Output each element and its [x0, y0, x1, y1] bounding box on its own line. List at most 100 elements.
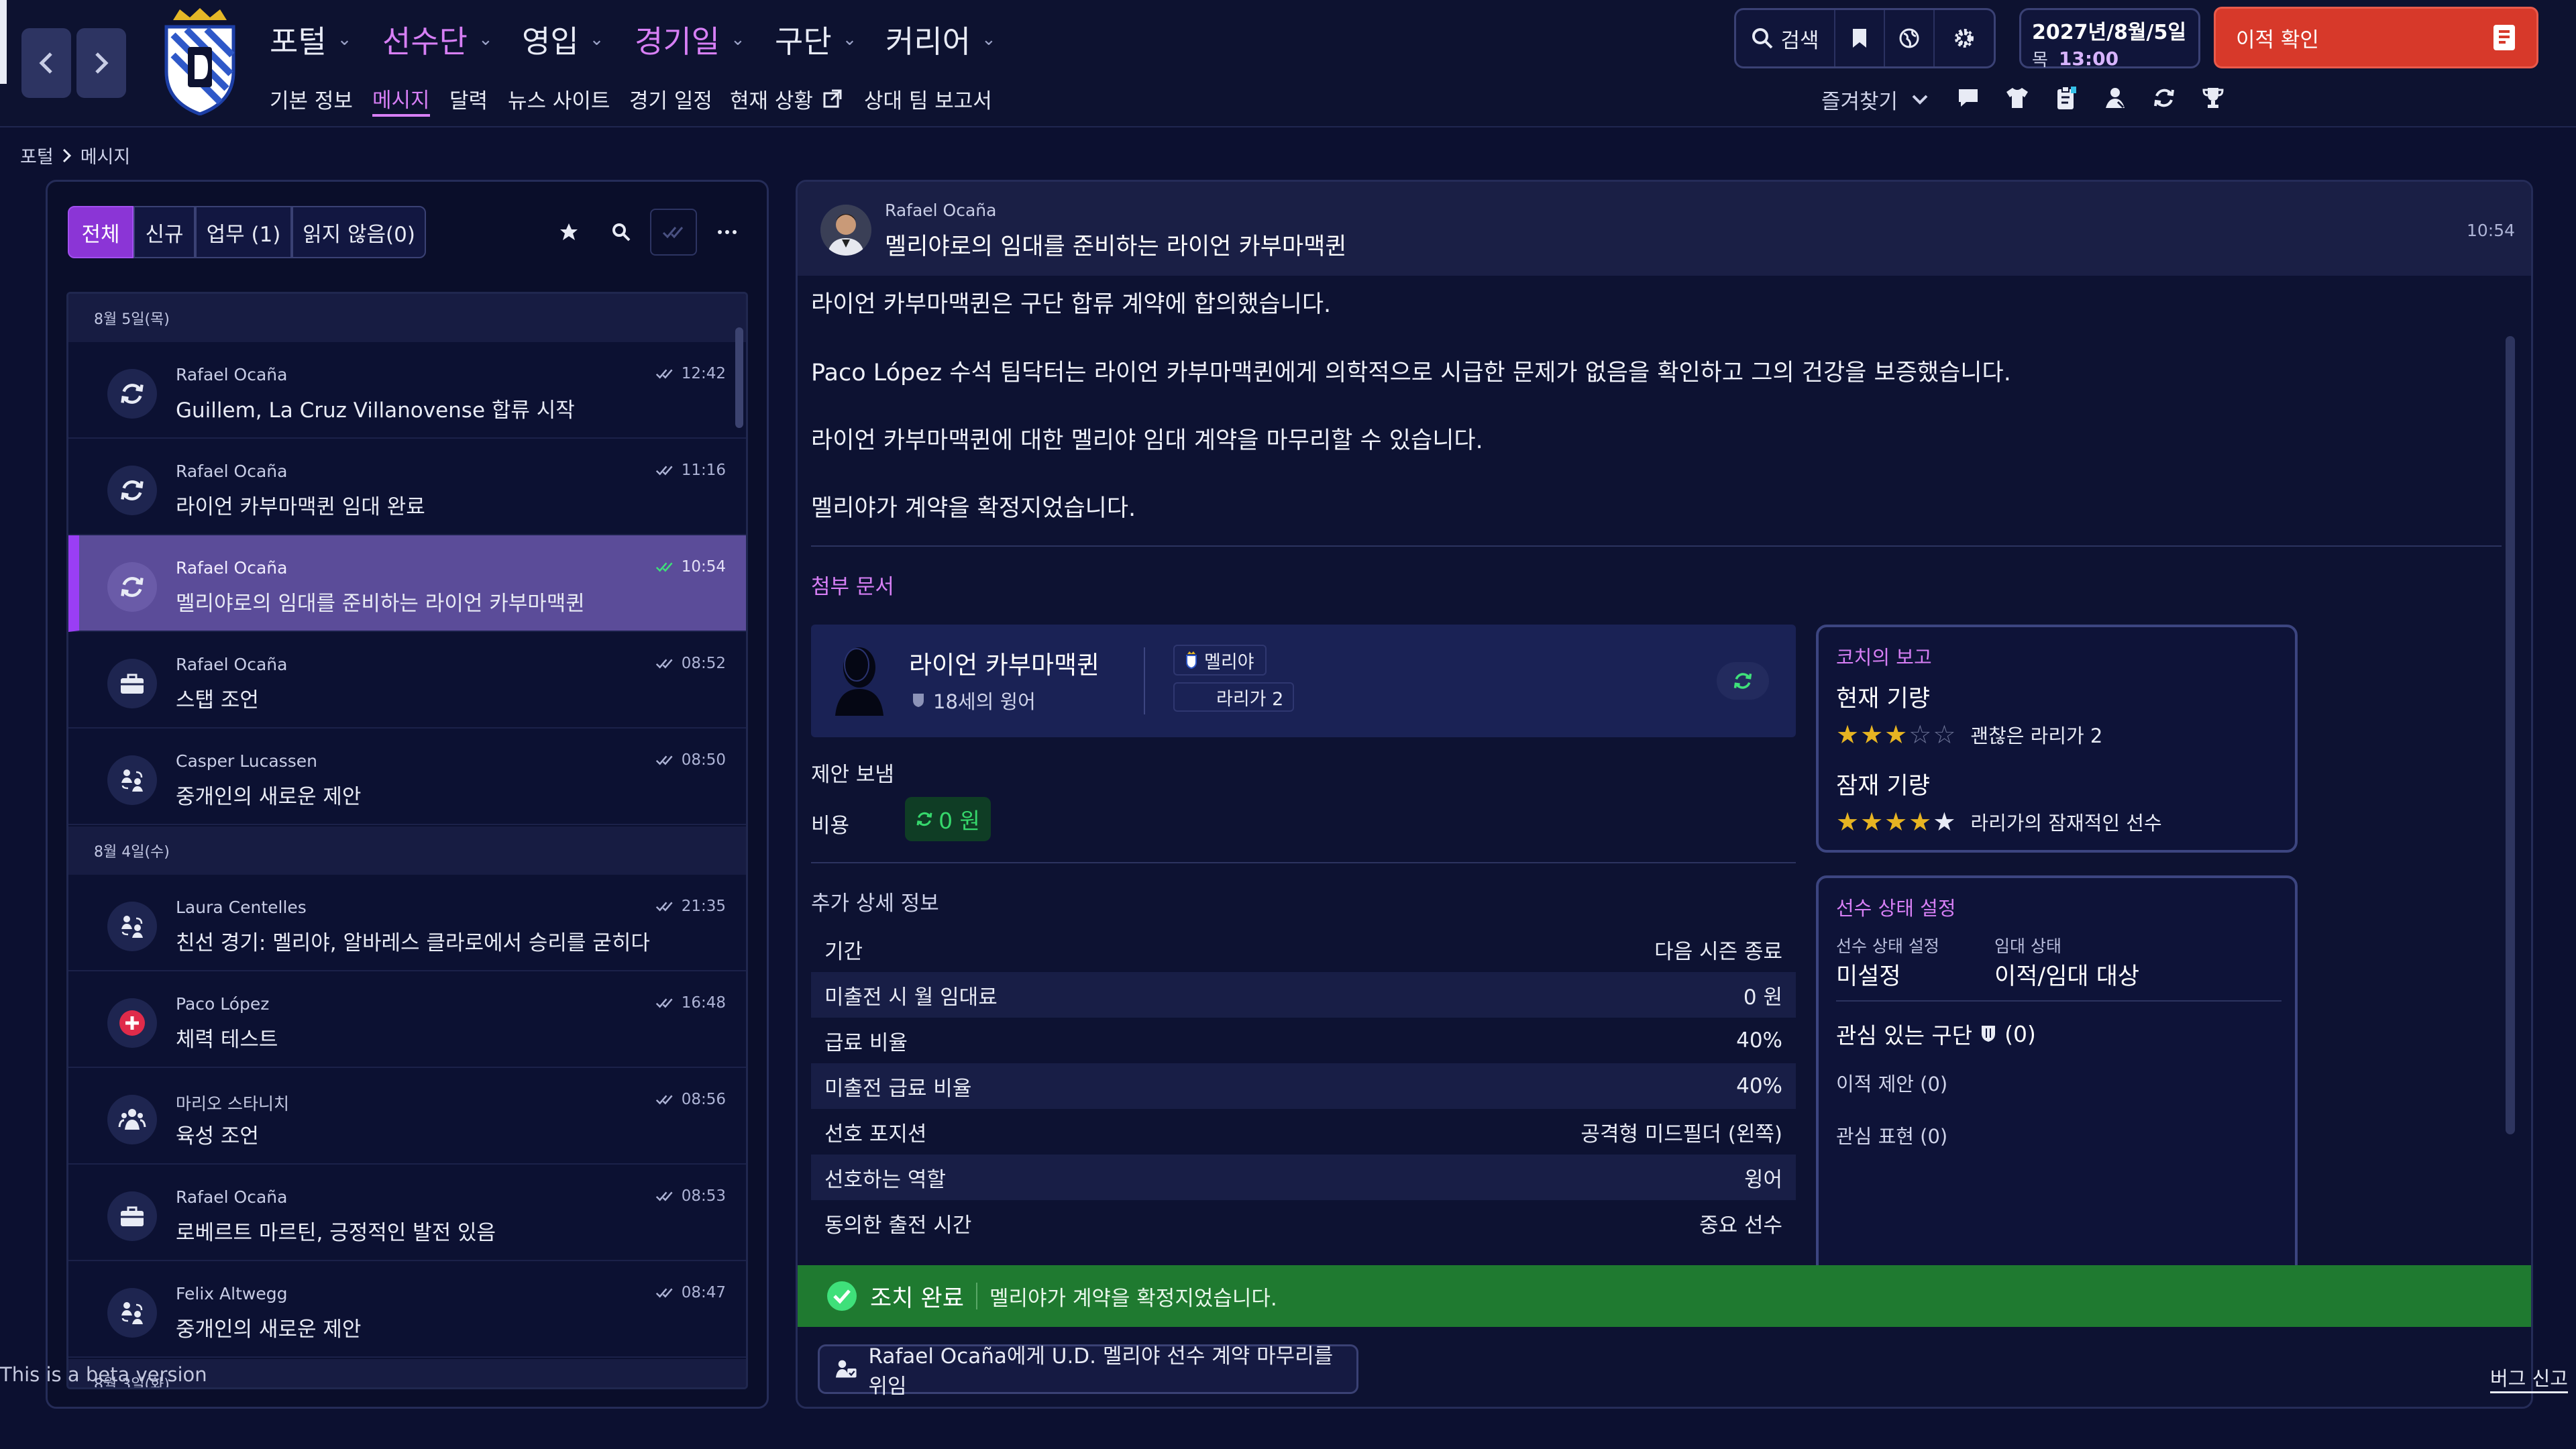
detail-row-label: 급료 비율 — [824, 1030, 908, 1055]
filter-tab-new[interactable]: 신규 — [133, 206, 195, 258]
message-item[interactable]: Rafael Ocaña 라이언 카부마맥퀸 임대 완료 11:16 — [68, 439, 746, 535]
player-league[interactable]: 라리가 2 — [1173, 682, 1294, 712]
filter-tab-all[interactable]: 전체 — [68, 206, 133, 258]
confirm-transfer-button[interactable]: 이적 확인 — [2214, 7, 2538, 68]
search-messages-button[interactable] — [604, 215, 638, 249]
submenu-live-status[interactable]: 현재 상황 — [730, 82, 843, 115]
detail-row-value: 공격형 미드필더 (왼쪽) — [1580, 1122, 1782, 1146]
potential-ability-stars: ★ ★ ★ ★ ★ 라리가의 잠재적인 선수 — [1836, 807, 2162, 837]
club-logo[interactable] — [160, 8, 240, 115]
message-item[interactable]: 마리오 스타니치 육성 조언 08:56 — [68, 1068, 746, 1165]
star-icon: ★ — [1860, 720, 1884, 749]
sender-avatar[interactable] — [820, 205, 871, 256]
status-col1-value[interactable]: 미설정 — [1836, 957, 1901, 991]
menu-portal[interactable]: 포털 ⌄ — [270, 16, 352, 63]
globe-icon — [1899, 28, 1919, 48]
menu-career[interactable]: 커리어 ⌄ — [885, 16, 996, 63]
coach-report-title: 코치의 보고 — [1836, 646, 1932, 669]
inbox-scrollbar[interactable] — [735, 327, 743, 428]
message-subject: Guillem, La Cruz Villanovense 합류 시작 — [176, 398, 575, 423]
double-check-icon — [655, 1191, 673, 1201]
back-button[interactable] — [21, 28, 71, 98]
message-type-icon — [107, 659, 157, 708]
mark-read-button[interactable] — [650, 209, 697, 256]
tactics-shortcut[interactable] — [2051, 83, 2081, 113]
interest-count[interactable]: 관심 표현 (0) — [1836, 1121, 1947, 1149]
kit-shortcut[interactable] — [2002, 83, 2032, 113]
star-icon: ★ — [1909, 807, 1932, 837]
submenu-news[interactable]: 뉴스 사이트 — [508, 82, 610, 115]
status-col2-value[interactable]: 이적/임대 대상 — [1994, 957, 2139, 991]
transfers-shortcut[interactable] — [2149, 83, 2179, 113]
player-club-badge[interactable]: 멜리야 — [1173, 645, 1267, 676]
submenu-inbox[interactable]: 메시지 — [372, 82, 430, 117]
player-club: 멜리야 — [1204, 651, 1254, 673]
menu-matchday[interactable]: 경기일 ⌄ — [635, 16, 745, 63]
breadcrumb-home[interactable]: 포털 — [20, 142, 54, 168]
message-item[interactable]: Rafael Ocaña 스탭 조언 08:52 — [68, 632, 746, 729]
filter-tab-tasks[interactable]: 업무 (1) — [195, 206, 292, 258]
message-type-icon — [107, 902, 157, 951]
menu-squad[interactable]: 선수단 ⌄ — [382, 16, 493, 63]
transfer-offers-count[interactable]: 이적 제안 (0) — [1836, 1069, 1947, 1097]
player-status-box: 선수 상태 설정 선수 상태 설정 미설정 임대 상태 이적/임대 대상 관심 … — [1816, 875, 2298, 1278]
staff-shortcut[interactable] — [2100, 83, 2130, 113]
youth-icon — [118, 1109, 146, 1130]
game-time: 13:00 — [2058, 48, 2119, 70]
filter-tab-unread[interactable]: 읽지 않음(0) — [292, 206, 426, 258]
menu-club[interactable]: 구단 ⌄ — [775, 16, 857, 63]
status-col1-label: 선수 상태 설정 — [1836, 936, 1939, 956]
club-crest-icon — [1186, 651, 1197, 669]
favorites-label: 즐겨찾기 — [1821, 90, 1898, 114]
date-group-header: 8월 5일(목) — [68, 294, 746, 342]
message-item[interactable]: Casper Lucassen 중개인의 새로운 제안 08:50 — [68, 729, 746, 825]
message-item-selected[interactable]: Rafael Ocaña 멜리야로의 임대를 준비하는 라이언 카부마맥퀸 10… — [68, 535, 746, 632]
delegate-button[interactable]: Rafael Ocaña에게 U.D. 멜리야 선수 계약 마무리를 위임 — [818, 1344, 1358, 1399]
detail-row: 기간 다음 시즌 종료 — [811, 926, 1796, 972]
detail-row-value: 0 원 — [1743, 985, 1782, 1010]
submenu-calendar[interactable]: 달력 — [449, 82, 488, 115]
menu-recruitment[interactable]: 영입 ⌄ — [522, 16, 604, 63]
search-button[interactable]: 검색 — [1736, 10, 1835, 66]
settings-button[interactable] — [1935, 10, 1994, 66]
game-date-box[interactable]: 2027년/8월/5일 목 13:00 — [2019, 8, 2200, 70]
message-sender: Rafael Ocaña — [176, 655, 288, 674]
message-subject: 친선 경기: 멜리야, 알바레스 클라로에서 승리를 굳히다 — [176, 931, 650, 955]
double-check-icon — [662, 227, 684, 239]
player-card[interactable]: 라이언 카부마맥퀸 18세의 윙어 멜리야 라리가 2 — [811, 625, 1796, 737]
star-icon: ★ — [1836, 720, 1860, 749]
message-item[interactable]: Laura Centelles 친선 경기: 멜리야, 알바레스 클라로에서 승… — [68, 875, 746, 971]
notes-button[interactable] — [1835, 10, 1885, 66]
message-time: 08:52 — [681, 655, 726, 672]
shield-icon — [1982, 1026, 1996, 1042]
double-check-icon — [655, 562, 673, 572]
double-check-icon — [655, 998, 673, 1008]
message-item[interactable]: Rafael Ocaña Guillem, La Cruz Villanoven… — [68, 342, 746, 439]
message-time: 21:35 — [681, 898, 726, 915]
favourite-filter-button[interactable] — [552, 215, 586, 249]
more-options-button[interactable] — [710, 215, 744, 249]
favorites-dropdown[interactable]: 즐겨찾기 — [1821, 85, 1929, 115]
report-bug-link[interactable]: 버그 신고 — [2490, 1363, 2568, 1393]
submenu-overview[interactable]: 기본 정보 — [270, 82, 353, 115]
world-button[interactable] — [1885, 10, 1935, 66]
message-item[interactable]: Rafael Ocaña 로베르트 마르틴, 긍정적인 발전 있음 08:53 — [68, 1165, 746, 1261]
menu-recruitment-label: 영입 — [522, 23, 579, 60]
chevron-down-icon: ⌄ — [981, 30, 996, 50]
message-type-icon — [107, 1095, 157, 1144]
competitions-shortcut[interactable] — [2198, 83, 2228, 113]
search-icon — [612, 223, 631, 241]
submenu-fixtures[interactable]: 경기 일정 — [629, 82, 712, 115]
detail-scrollbar[interactable] — [2506, 336, 2515, 1134]
chat-shortcut[interactable] — [1953, 83, 1983, 113]
message-body-line: 라이언 카부마맥퀸은 구단 합류 계약에 합의했습니다. — [811, 291, 1332, 318]
submenu-opposition-report[interactable]: 상대 팀 보고서 — [864, 82, 992, 115]
message-item[interactable]: Paco López 체력 테스트 16:48 — [68, 971, 746, 1068]
message-subject: 멜리야로의 임대를 준비하는 라이언 카부마맥퀸 — [176, 592, 585, 616]
message-item[interactable]: Felix Altwegg 중개인의 새로운 제안 08:47 — [68, 1261, 746, 1358]
forward-button[interactable] — [76, 28, 126, 98]
inbox-panel: 전체 신규 업무 (1) 읽지 않음(0) 8월 5일(목) Rafael Oc… — [46, 180, 769, 1409]
interested-clubs-row[interactable]: 관심 있는 구단 (0) — [1836, 1018, 2036, 1050]
chevron-left-icon — [39, 52, 52, 74]
player-name[interactable]: 라이언 카부마맥퀸 — [909, 645, 1099, 681]
